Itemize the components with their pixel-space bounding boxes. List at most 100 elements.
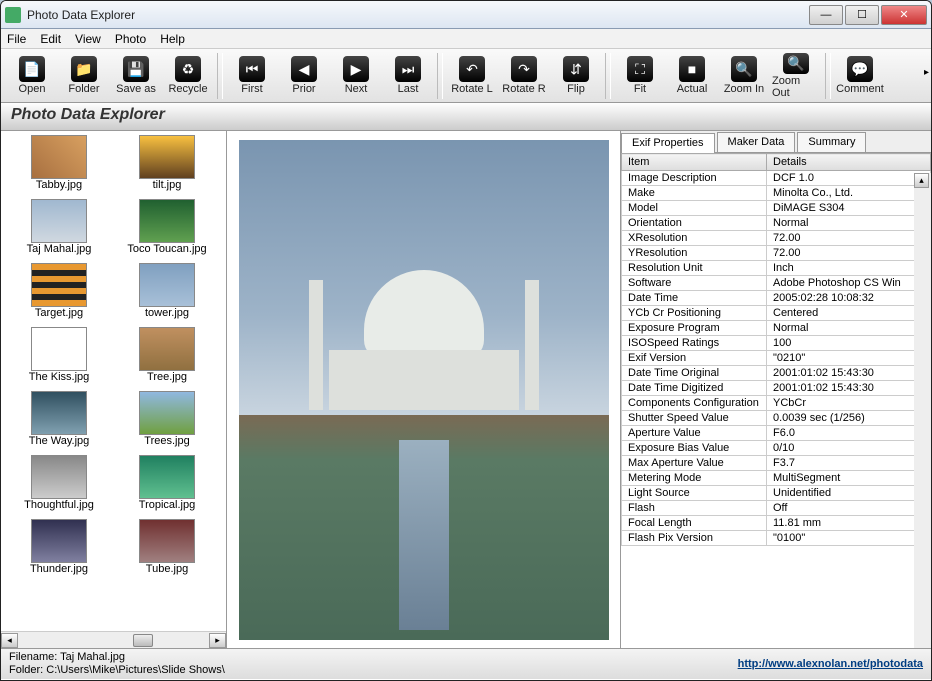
grid-row[interactable]: Light SourceUnidentified — [622, 486, 931, 501]
fit-button[interactable]: ⛶Fit — [615, 52, 665, 100]
window-title: Photo Data Explorer — [27, 8, 807, 22]
menu-photo[interactable]: Photo — [115, 32, 146, 46]
grid-row[interactable]: Exif Version"0210" — [622, 351, 931, 366]
website-link[interactable]: http://www.alexnolan.net/photodata — [738, 658, 923, 670]
menu-edit[interactable]: Edit — [40, 32, 61, 46]
tab-exif-properties[interactable]: Exif Properties — [621, 133, 715, 153]
grid-cell-details: 0.0039 sec (1/256) — [767, 411, 931, 426]
thumbnail-item[interactable]: Trees.jpg — [113, 391, 221, 455]
grid-row[interactable]: Exposure Bias Value0/10 — [622, 441, 931, 456]
scroll-right-icon[interactable]: ▸ — [209, 633, 226, 648]
grid-row[interactable]: Image DescriptionDCF 1.0 — [622, 171, 931, 186]
tab-summary[interactable]: Summary — [797, 132, 866, 152]
thumbnail-item[interactable]: The Way.jpg — [5, 391, 113, 455]
grid-row[interactable]: ModelDiMAGE S304 — [622, 201, 931, 216]
rotate-l-icon: ↶ — [459, 56, 485, 82]
thumbnail-item[interactable]: tower.jpg — [113, 263, 221, 327]
thumbnail-image — [31, 199, 87, 243]
thumbnail-item[interactable]: Toco Toucan.jpg — [113, 199, 221, 263]
tab-maker-data[interactable]: Maker Data — [717, 132, 796, 152]
thumbnail-item[interactable]: Tabby.jpg — [5, 135, 113, 199]
save-as-button[interactable]: 💾Save as — [111, 52, 161, 100]
first-button[interactable]: ⏮First — [227, 52, 277, 100]
scroll-handle[interactable] — [133, 634, 153, 647]
recycle-button[interactable]: ♻Recycle — [163, 52, 213, 100]
grid-row[interactable]: Max Aperture ValueF3.7 — [622, 456, 931, 471]
thumbnail-item[interactable]: Tube.jpg — [113, 519, 221, 583]
toolbar-label: Recycle — [168, 83, 207, 95]
last-button[interactable]: ⏭Last — [383, 52, 433, 100]
thumbnail-image — [31, 135, 87, 179]
next-icon: ▶ — [343, 56, 369, 82]
grid-row[interactable]: SoftwareAdobe Photoshop CS Win — [622, 276, 931, 291]
grid-row[interactable]: MakeMinolta Co., Ltd. — [622, 186, 931, 201]
grid-cell-item: Shutter Speed Value — [622, 411, 767, 426]
next-button[interactable]: ▶Next — [331, 52, 381, 100]
grid-row[interactable]: YCb Cr PositioningCentered — [622, 306, 931, 321]
toolbar-overflow-icon[interactable]: ▸ — [924, 67, 929, 78]
thumbnail-item[interactable]: Tropical.jpg — [113, 455, 221, 519]
grid-row[interactable]: Date Time2005:02:28 10:08:32 — [622, 291, 931, 306]
grid-cell-item: Date Time Digitized — [622, 381, 767, 396]
maximize-button[interactable]: ☐ — [845, 5, 879, 25]
grid-row[interactable]: Components ConfigurationYCbCr — [622, 396, 931, 411]
grid-cell-details: "0100" — [767, 531, 931, 546]
menu-view[interactable]: View — [75, 32, 101, 46]
open-button[interactable]: 📄Open — [7, 52, 57, 100]
thumbnail-item[interactable]: Thunder.jpg — [5, 519, 113, 583]
thumbnails-pane: Tabby.jpgtilt.jpgTaj Mahal.jpgToco Touca… — [1, 131, 227, 648]
thumbnail-item[interactable]: The Kiss.jpg — [5, 327, 113, 391]
scroll-up-icon[interactable]: ▴ — [914, 173, 929, 188]
status-filename-label: Filename: — [9, 651, 60, 663]
thumbnail-image — [139, 519, 195, 563]
grid-row[interactable]: ISOSpeed Ratings100 — [622, 336, 931, 351]
grid-row[interactable]: YResolution72.00 — [622, 246, 931, 261]
grid-header[interactable]: Details — [767, 154, 931, 171]
menu-help[interactable]: Help — [160, 32, 185, 46]
scroll-track[interactable] — [18, 633, 209, 648]
thumbnail-item[interactable]: Tree.jpg — [113, 327, 221, 391]
grid-row[interactable]: XResolution72.00 — [622, 231, 931, 246]
zoom-in-button[interactable]: 🔍Zoom In — [719, 52, 769, 100]
rotate-r-button[interactable]: ↷Rotate R — [499, 52, 549, 100]
grid-row[interactable]: Shutter Speed Value0.0039 sec (1/256) — [622, 411, 931, 426]
grid-cell-item: Date Time — [622, 291, 767, 306]
close-button[interactable]: ✕ — [881, 5, 927, 25]
thumbnail-item[interactable]: Thoughtful.jpg — [5, 455, 113, 519]
grid-row[interactable]: Focal Length11.81 mm — [622, 516, 931, 531]
grid-row[interactable]: Resolution UnitInch — [622, 261, 931, 276]
grid-row[interactable]: Metering ModeMultiSegment — [622, 471, 931, 486]
rotate-r-icon: ↷ — [511, 56, 537, 82]
folder-button[interactable]: 📁Folder — [59, 52, 109, 100]
recycle-icon: ♻ — [175, 56, 201, 82]
minimize-button[interactable]: — — [809, 5, 843, 25]
thumbs-scrollbar[interactable]: ◂ ▸ — [1, 631, 226, 648]
grid-row[interactable]: Aperture ValueF6.0 — [622, 426, 931, 441]
toolbar-separator — [605, 53, 611, 99]
actual-button[interactable]: ■Actual — [667, 52, 717, 100]
grid-header[interactable]: Item — [622, 154, 767, 171]
grid-cell-item: Light Source — [622, 486, 767, 501]
grid-scrollbar[interactable]: ▴ — [914, 173, 931, 648]
thumbnail-item[interactable]: Taj Mahal.jpg — [5, 199, 113, 263]
grid-row[interactable]: Exposure ProgramNormal — [622, 321, 931, 336]
menu-file[interactable]: File — [7, 32, 26, 46]
thumbnail-label: Tree.jpg — [117, 371, 217, 383]
grid-row[interactable]: FlashOff — [622, 501, 931, 516]
thumbnail-item[interactable]: Target.jpg — [5, 263, 113, 327]
thumbnail-image — [31, 519, 87, 563]
prior-button[interactable]: ◀Prior — [279, 52, 329, 100]
comment-button[interactable]: 💬Comment — [835, 52, 885, 100]
zoom-in-icon: 🔍 — [731, 56, 757, 82]
flip-button[interactable]: ⇵Flip — [551, 52, 601, 100]
grid-row[interactable]: Flash Pix Version"0100" — [622, 531, 931, 546]
zoom-out-button[interactable]: 🔍Zoom Out — [771, 52, 821, 100]
grid-row[interactable]: Date Time Original2001:01:02 15:43:30 — [622, 366, 931, 381]
thumbnail-item[interactable]: tilt.jpg — [113, 135, 221, 199]
scroll-left-icon[interactable]: ◂ — [1, 633, 18, 648]
rotate-l-button[interactable]: ↶Rotate L — [447, 52, 497, 100]
grid-row[interactable]: OrientationNormal — [622, 216, 931, 231]
grid-row[interactable]: Date Time Digitized2001:01:02 15:43:30 — [622, 381, 931, 396]
titlebar[interactable]: Photo Data Explorer — ☐ ✕ — [1, 1, 931, 29]
toolbar-separator — [825, 53, 831, 99]
